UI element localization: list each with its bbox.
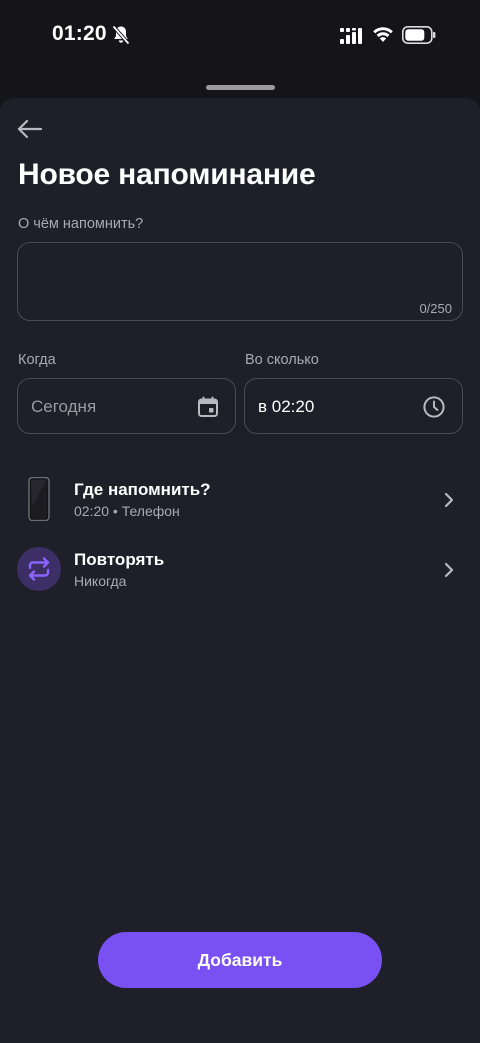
char-counter: 0/250 (419, 301, 452, 316)
repeat-icon-circle (17, 547, 61, 591)
time-field[interactable]: в 02:20 (244, 378, 463, 434)
phone-icon (28, 477, 50, 521)
reminder-text-field[interactable]: 0/250 (17, 242, 463, 321)
back-button[interactable] (16, 117, 44, 141)
clock-icon (423, 396, 445, 418)
where-to-remind-row[interactable]: Где напомнить? 02:20 • Телефон (0, 470, 480, 530)
chevron-right-icon (444, 492, 454, 508)
reminder-text-input[interactable] (18, 243, 462, 320)
add-button[interactable]: Добавить (98, 932, 382, 988)
repeat-row[interactable]: Повторять Никогда (0, 540, 480, 600)
status-bar: 01:20 (0, 0, 480, 70)
bell-off-icon (112, 25, 130, 45)
arrow-left-icon (17, 119, 43, 139)
date-label: Когда (18, 352, 56, 368)
reminder-text-label: О чём напомнить? (18, 216, 144, 232)
repeat-title: Повторять (74, 550, 165, 569)
page-title: Новое напоминание (18, 158, 316, 191)
calendar-icon (198, 396, 218, 417)
battery-icon (402, 26, 436, 44)
repeat-subtitle: Никогда (74, 573, 127, 589)
date-field[interactable]: Сегодня (17, 378, 236, 434)
date-value: Сегодня (31, 397, 97, 416)
chevron-right-icon (444, 562, 454, 578)
wifi-icon (373, 27, 393, 42)
sheet-grab-handle[interactable] (206, 85, 275, 90)
screen: 01:20 Новое напоминание О чём напомнить?… (0, 0, 480, 1043)
where-to-remind-title: Где напомнить? (74, 480, 211, 499)
time-label: Во сколько (245, 352, 319, 368)
repeat-icon (28, 557, 50, 581)
where-to-remind-subtitle: 02:20 • Телефон (74, 503, 180, 519)
signal-icon (340, 28, 362, 44)
status-time: 01:20 (52, 22, 107, 45)
time-value: в 02:20 (258, 397, 315, 416)
